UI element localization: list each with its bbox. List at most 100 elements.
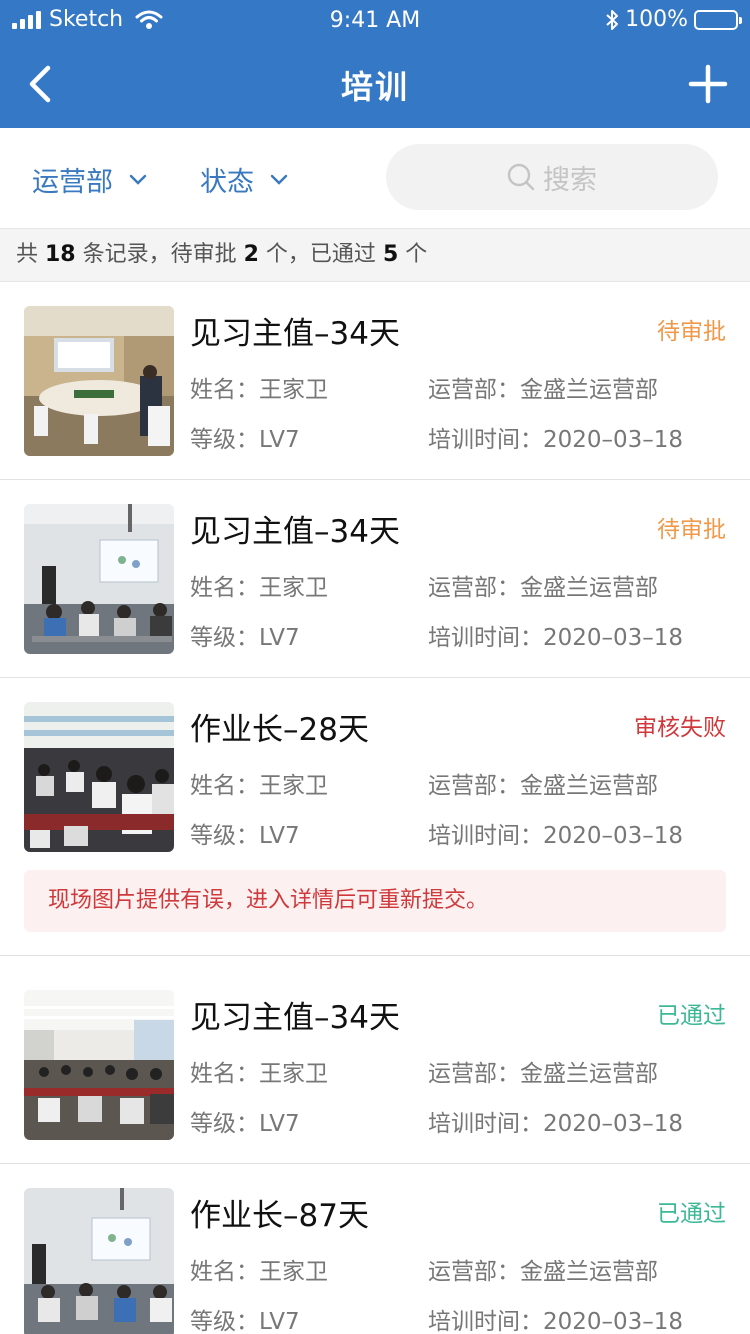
- header: Sketch 9:41 AM 100% 培训: [0, 0, 750, 128]
- dept-field: 运营部：金盛兰运营部: [428, 1252, 658, 1286]
- dept-field: 运营部：金盛兰运营部: [428, 370, 658, 404]
- status-badge: 已通过: [657, 1201, 726, 1227]
- level-label: 等级：: [190, 427, 259, 453]
- name-field: 姓名：王家卫: [190, 766, 328, 800]
- pending-count: 2: [243, 242, 259, 267]
- level-field: 等级：LV7: [190, 1104, 300, 1138]
- level-label: 等级：: [190, 1309, 259, 1334]
- item-title: 作业长–87天: [190, 1198, 369, 1234]
- date-field: 培训时间：2020–03–18: [428, 816, 683, 850]
- dept-value: 金盛兰运营部: [520, 1259, 658, 1285]
- summary-text: 个: [398, 242, 428, 267]
- name-label: 姓名：: [190, 773, 259, 799]
- date-label: 培训时间：: [428, 823, 543, 849]
- battery-icon: [694, 9, 742, 30]
- record-summary: 共 18 条记录，待审批 2 个，已通过 5 个: [0, 228, 750, 282]
- name-value: 王家卫: [259, 377, 328, 403]
- training-photo: [24, 306, 174, 456]
- date-value: 2020–03–18: [543, 1111, 684, 1137]
- list-item[interactable]: 见习主值–34天 待审批 姓名：王家卫 运营部：金盛兰运营部 等级：LV7 培训…: [0, 282, 750, 480]
- level-field: 等级：LV7: [190, 816, 300, 850]
- dept-label: 运营部：: [428, 1061, 520, 1087]
- list-item[interactable]: 作业长–28天 审核失败 姓名：王家卫 运营部：金盛兰运营部 等级：LV7 培训…: [0, 678, 750, 956]
- dept-field: 运营部：金盛兰运营部: [428, 766, 658, 800]
- total-count: 18: [45, 242, 76, 267]
- status-filter-dropdown[interactable]: 状态: [200, 160, 288, 199]
- date-field: 培训时间：2020–03–18: [428, 618, 683, 652]
- name-field: 姓名：王家卫: [190, 1252, 328, 1286]
- level-value: LV7: [259, 427, 300, 453]
- dept-value: 金盛兰运营部: [520, 377, 658, 403]
- date-label: 培训时间：: [428, 427, 543, 453]
- date-value: 2020–03–18: [543, 427, 684, 453]
- name-value: 王家卫: [259, 575, 328, 601]
- dept-label: 运营部：: [428, 575, 520, 601]
- chevron-down-icon: [270, 174, 288, 185]
- level-label: 等级：: [190, 1111, 259, 1137]
- name-label: 姓名：: [190, 1259, 259, 1285]
- search-input[interactable]: 搜索: [386, 144, 718, 210]
- dept-label: 运营部：: [428, 377, 520, 403]
- status-bar: Sketch 9:41 AM 100%: [0, 0, 750, 40]
- name-label: 姓名：: [190, 377, 259, 403]
- level-value: LV7: [259, 625, 300, 651]
- summary-text: 个，已通过: [258, 242, 383, 267]
- level-field: 等级：LV7: [190, 420, 300, 454]
- item-title: 见习主值–34天: [190, 316, 400, 352]
- item-title: 见习主值–34天: [190, 514, 400, 550]
- date-value: 2020–03–18: [543, 1309, 684, 1334]
- dept-field: 运营部：金盛兰运营部: [428, 1054, 658, 1088]
- item-title: 见习主值–34天: [190, 1000, 400, 1036]
- search-icon: [507, 163, 535, 191]
- dept-value: 金盛兰运营部: [520, 1061, 658, 1087]
- date-field: 培训时间：2020–03–18: [428, 1104, 683, 1138]
- add-icon[interactable]: [688, 64, 728, 104]
- dept-label: 运营部：: [428, 1259, 520, 1285]
- status-badge: 待审批: [657, 319, 726, 345]
- bluetooth-icon: [606, 9, 619, 30]
- level-value: LV7: [259, 1111, 300, 1137]
- date-value: 2020–03–18: [543, 625, 684, 651]
- dept-filter-label: 运营部: [32, 167, 113, 198]
- dept-filter-dropdown[interactable]: 运营部: [32, 160, 147, 199]
- name-field: 姓名：王家卫: [190, 568, 328, 602]
- training-photo: [24, 1188, 174, 1334]
- name-value: 王家卫: [259, 773, 328, 799]
- dept-field: 运营部：金盛兰运营部: [428, 568, 658, 602]
- date-field: 培训时间：2020–03–18: [428, 420, 683, 454]
- date-label: 培训时间：: [428, 1111, 543, 1137]
- date-value: 2020–03–18: [543, 823, 684, 849]
- list-item[interactable]: 作业长–87天 已通过 姓名：王家卫 运营部：金盛兰运营部 等级：LV7 培训时…: [0, 1164, 750, 1334]
- chevron-down-icon: [129, 174, 147, 185]
- dept-label: 运营部：: [428, 773, 520, 799]
- training-photo: [24, 990, 174, 1140]
- list-item[interactable]: 见习主值–34天 待审批 姓名：王家卫 运营部：金盛兰运营部 等级：LV7 培训…: [0, 480, 750, 678]
- level-value: LV7: [259, 823, 300, 849]
- date-label: 培训时间：: [428, 1309, 543, 1334]
- name-value: 王家卫: [259, 1259, 328, 1285]
- level-field: 等级：LV7: [190, 618, 300, 652]
- name-field: 姓名：王家卫: [190, 370, 328, 404]
- name-value: 王家卫: [259, 1061, 328, 1087]
- name-label: 姓名：: [190, 575, 259, 601]
- status-badge: 待审批: [657, 517, 726, 543]
- search-placeholder: 搜索: [543, 164, 597, 196]
- summary-text: 条记录，待审批: [75, 242, 244, 267]
- status-badge: 已通过: [657, 1003, 726, 1029]
- dept-value: 金盛兰运营部: [520, 575, 658, 601]
- item-title: 作业长–28天: [190, 712, 369, 748]
- status-badge: 审核失败: [634, 715, 726, 741]
- battery-label: 100%: [625, 7, 688, 32]
- training-photo: [24, 702, 174, 852]
- level-field: 等级：LV7: [190, 1302, 300, 1334]
- date-field: 培训时间：2020–03–18: [428, 1302, 683, 1334]
- list-item[interactable]: 见习主值–34天 已通过 姓名：王家卫 运营部：金盛兰运营部 等级：LV7 培训…: [0, 966, 750, 1164]
- summary-text: 共: [16, 242, 45, 267]
- date-label: 培训时间：: [428, 625, 543, 651]
- page-title: 培训: [340, 68, 409, 106]
- level-label: 等级：: [190, 823, 259, 849]
- level-value: LV7: [259, 1309, 300, 1334]
- training-photo: [24, 504, 174, 654]
- name-field: 姓名：王家卫: [190, 1054, 328, 1088]
- filter-bar: 运营部 状态 搜索: [0, 128, 750, 228]
